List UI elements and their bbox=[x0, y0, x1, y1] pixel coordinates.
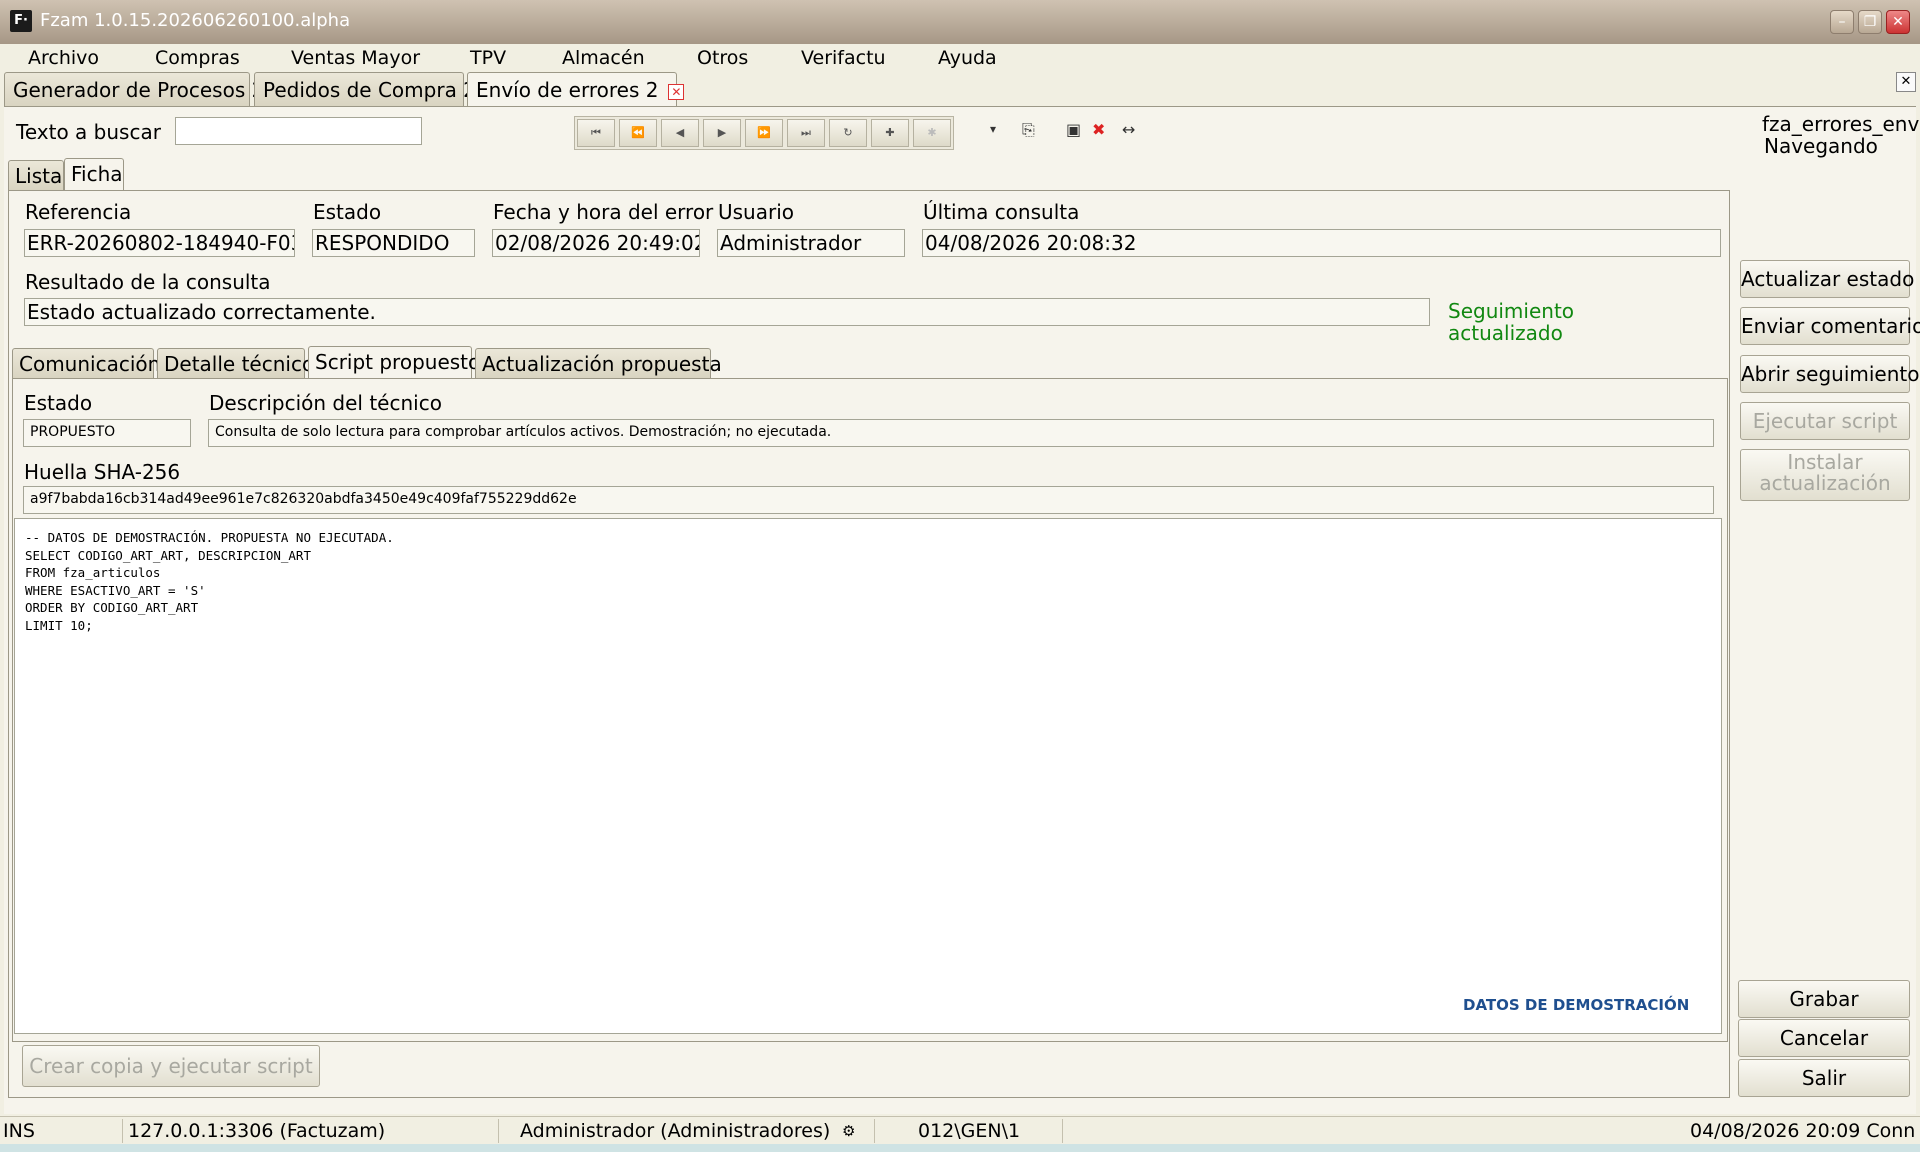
next-record-button[interactable]: ▶ bbox=[703, 119, 741, 147]
huella-label: Huella SHA-256 bbox=[24, 460, 181, 484]
next-page-button[interactable]: ⏩ bbox=[745, 119, 783, 147]
huella-field[interactable]: a9f7babda16cb314ad49ee961e7c826320abdfa3… bbox=[23, 486, 1714, 514]
resize-icon[interactable]: ↔ bbox=[1122, 120, 1135, 139]
menu-almacen[interactable]: Almacén bbox=[562, 47, 645, 69]
actualizar-estado-button[interactable]: Actualizar estado bbox=[1740, 260, 1914, 298]
fecha-label: Fecha y hora del error bbox=[493, 200, 714, 224]
minimize-button[interactable]: – bbox=[1830, 10, 1854, 34]
user-settings-icon: ⚙ bbox=[842, 1122, 856, 1140]
tab-lista[interactable]: Lista bbox=[8, 160, 64, 190]
tab-actualizacion-propuesta[interactable]: Actualización propuesta bbox=[475, 348, 722, 378]
grabar-button[interactable]: Grabar bbox=[1738, 980, 1910, 1018]
tab-label: Actualización propuesta bbox=[482, 352, 722, 376]
status-user: Administrador (Administradores) bbox=[520, 1120, 831, 1142]
app-icon: F· bbox=[10, 10, 32, 32]
ultima-consulta-label: Última consulta bbox=[923, 200, 1080, 224]
script-code-area[interactable]: -- DATOS DE DEMOSTRACIÓN. PROPUESTA NO E… bbox=[14, 518, 1722, 1034]
doc-tab-label: Pedidos de Compra 2 bbox=[263, 78, 476, 102]
script-estado-label: Estado bbox=[24, 391, 93, 415]
close-panel-icon[interactable]: ✕ bbox=[1896, 72, 1916, 92]
ultima-consulta-field[interactable]: 04/08/2026 20:08:32 bbox=[922, 229, 1721, 257]
abrir-seguimiento-button[interactable]: Abrir seguimiento bbox=[1740, 355, 1920, 393]
run-copy-script-button[interactable]: Crear copia y ejecutar script bbox=[22, 1045, 320, 1087]
status-separator bbox=[122, 1119, 123, 1143]
usuario-label: Usuario bbox=[718, 200, 795, 224]
search-label: Texto a buscar bbox=[16, 120, 161, 144]
instalar-actualizacion-button[interactable]: Instalar actualización bbox=[1740, 449, 1910, 501]
prev-page-button[interactable]: ⏪ bbox=[619, 119, 657, 147]
tab-label: Script propuesto bbox=[315, 350, 481, 374]
tab-script-propuesto[interactable]: Script propuesto bbox=[308, 346, 480, 378]
fecha-field[interactable]: 02/08/2026 20:49:02 bbox=[492, 229, 700, 257]
resultado-field[interactable]: Estado actualizado correctamente. bbox=[24, 298, 1430, 326]
status-separator bbox=[874, 1119, 875, 1143]
restore-button[interactable]: ❐ bbox=[1858, 10, 1882, 34]
status-mode: INS bbox=[3, 1120, 35, 1142]
menu-bar: Archivo Compras Ventas Mayor TPV Almacén… bbox=[0, 44, 1920, 72]
menu-ayuda[interactable]: Ayuda bbox=[938, 47, 997, 69]
doc-tab-label: Generador de Procesos 2 bbox=[13, 78, 265, 102]
add-record-button[interactable]: ✚ bbox=[871, 119, 909, 147]
first-record-button[interactable]: ⏮ bbox=[577, 119, 615, 147]
edit-record-button[interactable]: ✱ bbox=[913, 119, 951, 147]
menu-tpv[interactable]: TPV bbox=[470, 47, 506, 69]
cancelar-button[interactable]: Cancelar bbox=[1738, 1019, 1910, 1057]
status-datetime: 04/08/2026 20:09 Conn bbox=[1690, 1120, 1916, 1142]
window-title: Fzam 1.0.15.202606260100.alpha bbox=[40, 10, 351, 31]
dropdown-icon[interactable]: ▾ bbox=[990, 122, 996, 136]
tab-label: Ficha bbox=[71, 162, 123, 186]
descripcion-field[interactable]: Consulta de solo lectura para comprobar … bbox=[208, 419, 1714, 447]
doc-tab-envio-errores[interactable]: Envío de errores 2 ✕ bbox=[467, 72, 685, 108]
save-icon[interactable]: ▣ bbox=[1066, 120, 1081, 139]
seguimiento-status-2: actualizado bbox=[1448, 321, 1563, 345]
refresh-button[interactable]: ↻ bbox=[829, 119, 867, 147]
referencia-field[interactable]: ERR-20260802-184940-F030 bbox=[24, 229, 295, 257]
table-name: fza_errores_envi bbox=[1762, 112, 1920, 136]
seguimiento-status: Seguimiento bbox=[1448, 299, 1575, 323]
enviar-comentario-button[interactable]: Enviar comentario bbox=[1740, 307, 1920, 345]
export-icon[interactable]: ⎘ bbox=[1022, 120, 1035, 140]
doc-tab-generador[interactable]: Generador de Procesos 2 bbox=[4, 72, 264, 106]
status-separator bbox=[1062, 1119, 1063, 1143]
bottom-strip bbox=[0, 1144, 1920, 1152]
usuario-field[interactable]: Administrador bbox=[717, 229, 905, 257]
instalar-label-2: actualización bbox=[1759, 471, 1891, 495]
salir-button[interactable]: Salir bbox=[1738, 1059, 1910, 1097]
instalar-label-1: Instalar bbox=[1787, 450, 1863, 474]
menu-otros[interactable]: Otros bbox=[697, 47, 748, 69]
menu-archivo[interactable]: Archivo bbox=[28, 47, 99, 69]
status-separator bbox=[498, 1119, 499, 1143]
script-estado-field[interactable]: PROPUESTO bbox=[23, 419, 191, 447]
delete-icon[interactable]: ✖ bbox=[1092, 120, 1105, 139]
prev-record-button[interactable]: ◀ bbox=[661, 119, 699, 147]
record-navigator: ⏮ ⏪ ◀ ▶ ⏩ ⏭ ↻ ✚ ✱ bbox=[574, 116, 954, 150]
tab-label: Detalle técnico bbox=[164, 352, 315, 376]
mode-label: Navegando bbox=[1764, 134, 1878, 158]
tab-label: Lista bbox=[15, 164, 63, 188]
doc-tab-label: Envío de errores 2 bbox=[476, 78, 659, 102]
estado-label: Estado bbox=[313, 200, 382, 224]
title-bar: F· Fzam 1.0.15.202606260100.alpha – ❐ ✕ bbox=[0, 0, 1920, 44]
tab-detalle-tecnico[interactable]: Detalle técnico bbox=[157, 348, 314, 378]
status-path: 012\GEN\1 bbox=[918, 1120, 1021, 1142]
last-record-button[interactable]: ⏭ bbox=[787, 119, 825, 147]
menu-ventas-mayor[interactable]: Ventas Mayor bbox=[291, 47, 420, 69]
close-tab-icon[interactable]: ✕ bbox=[668, 83, 685, 100]
status-bar: INS 127.0.0.1:3306 (Factuzam) Administra… bbox=[0, 1116, 1920, 1144]
referencia-label: Referencia bbox=[25, 200, 132, 224]
estado-field[interactable]: RESPONDIDO bbox=[312, 229, 475, 257]
tab-label: Comunicación bbox=[19, 352, 161, 376]
menu-compras[interactable]: Compras bbox=[155, 47, 240, 69]
menu-verifactu[interactable]: Verifactu bbox=[801, 47, 886, 69]
status-connection: 127.0.0.1:3306 (Factuzam) bbox=[128, 1120, 386, 1142]
close-window-button[interactable]: ✕ bbox=[1886, 10, 1910, 34]
ejecutar-script-button[interactable]: Ejecutar script bbox=[1740, 402, 1910, 440]
descripcion-label: Descripción del técnico bbox=[209, 391, 442, 415]
search-input[interactable] bbox=[175, 117, 422, 145]
resultado-label: Resultado de la consulta bbox=[25, 270, 271, 294]
tab-ficha[interactable]: Ficha bbox=[64, 158, 124, 190]
demo-data-label: DATOS DE DEMOSTRACIÓN bbox=[1463, 996, 1690, 1014]
tab-comunicacion[interactable]: Comunicación bbox=[12, 348, 160, 378]
doc-tab-pedidos[interactable]: Pedidos de Compra 2 bbox=[254, 72, 476, 106]
